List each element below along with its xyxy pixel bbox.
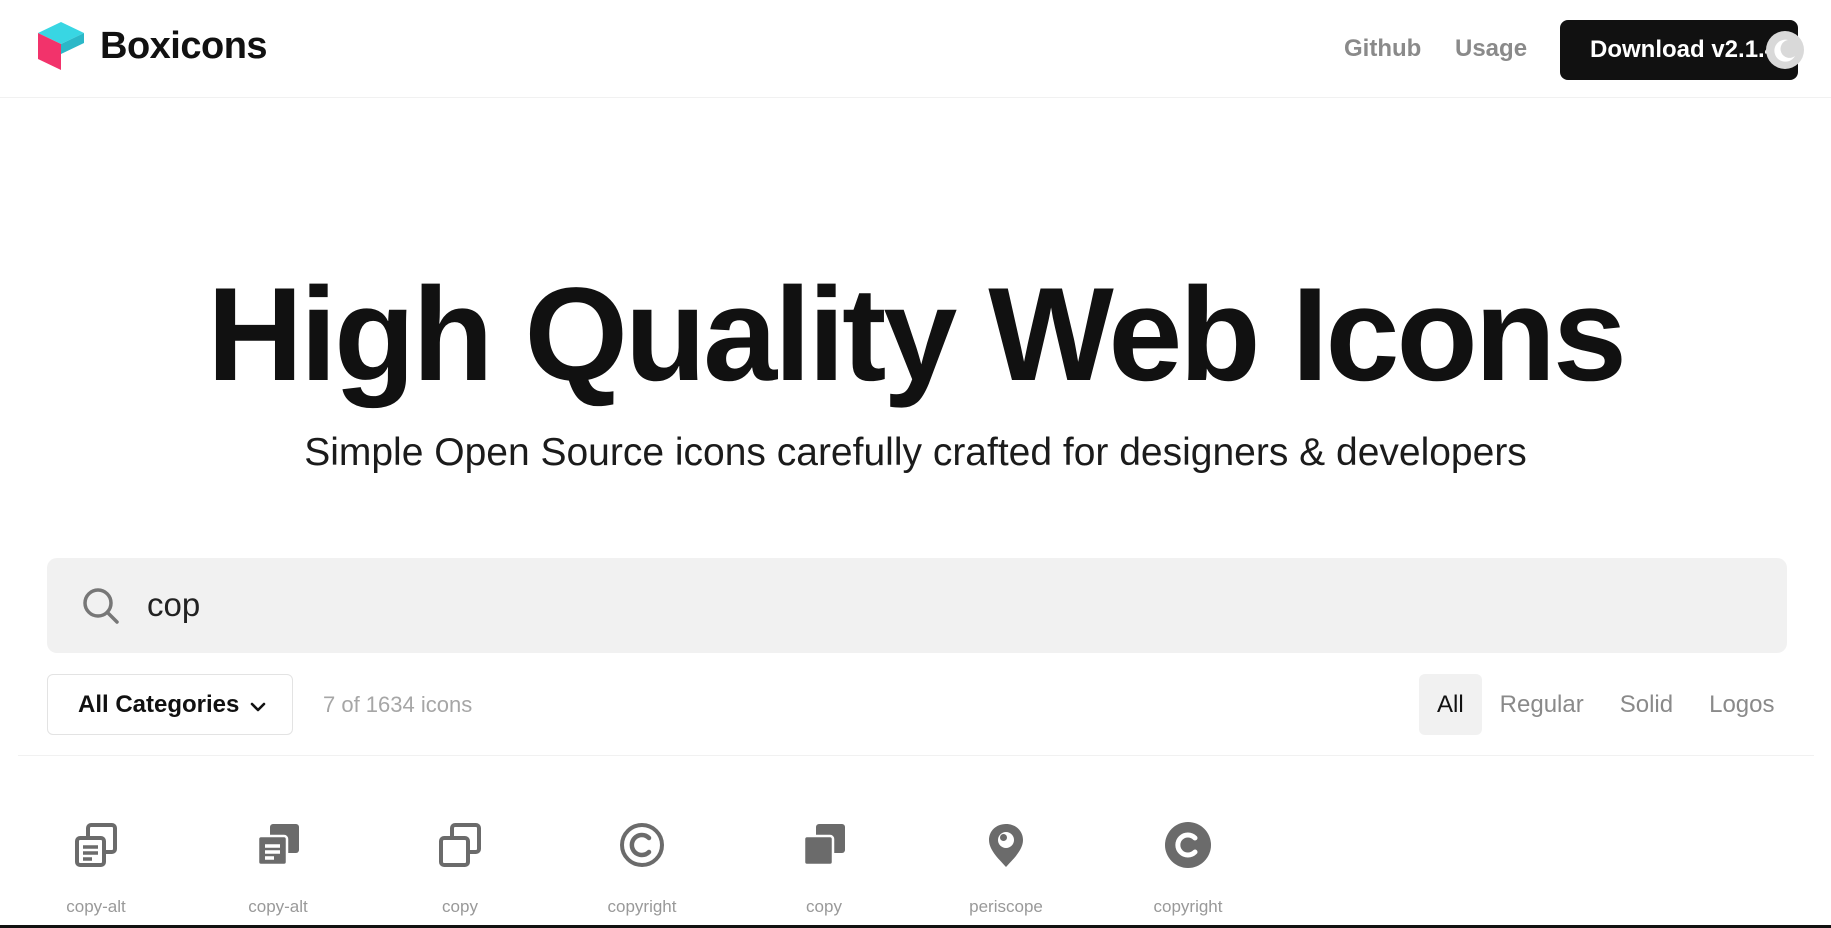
chevron-down-icon	[250, 702, 266, 712]
tab-all[interactable]: All	[1419, 674, 1482, 735]
tab-solid[interactable]: Solid	[1602, 674, 1691, 735]
copy-alt-regular-icon	[75, 823, 117, 867]
category-dropdown[interactable]: All Categories	[47, 674, 293, 735]
icon-label: copy-alt	[66, 897, 126, 916]
icon-card[interactable]: copy	[733, 820, 915, 928]
icon-card[interactable]: copy	[369, 820, 551, 928]
tab-logos[interactable]: Logos	[1691, 674, 1792, 735]
icon-label: copy	[442, 897, 478, 916]
boxicons-logo-icon	[38, 22, 84, 70]
search-bar[interactable]	[47, 558, 1787, 653]
copyright-solid-icon	[1165, 822, 1211, 868]
style-filter-tabs: All Regular Solid Logos	[1419, 674, 1792, 735]
brand-name: Boxicons	[100, 25, 268, 67]
icon-results-grid: copy-alt copy-alt copy copyright copy pe…	[0, 820, 1831, 928]
periscope-logo-icon	[989, 824, 1023, 867]
icon-label: copyright	[607, 897, 677, 916]
nav-github-link[interactable]: Github	[1344, 33, 1421, 65]
brand-logo[interactable]: Boxicons	[36, 20, 268, 72]
icon-card[interactable]: periscope	[915, 820, 1097, 928]
copyright-regular-icon	[620, 823, 664, 867]
category-selected-label: All Categories	[78, 690, 240, 718]
nav-usage-link[interactable]: Usage	[1455, 33, 1527, 65]
search-input[interactable]	[147, 572, 1747, 638]
moon-icon	[1774, 39, 1795, 62]
icon-label: copy	[806, 897, 842, 916]
top-header: Boxicons Github Usage Download v2.1.4	[0, 0, 1831, 98]
copy-solid-icon	[802, 824, 845, 867]
icon-card[interactable]: copy-alt	[187, 820, 369, 928]
copy-regular-icon	[439, 823, 481, 867]
icon-card[interactable]: copyright	[551, 820, 733, 928]
download-button[interactable]: Download v2.1.4	[1560, 20, 1798, 80]
search-icon	[83, 588, 119, 624]
icon-label: copyright	[1153, 897, 1223, 916]
icon-card[interactable]: copyright	[1097, 820, 1279, 928]
icon-label: periscope	[969, 897, 1043, 916]
hero-title: High Quality Web Icons	[207, 261, 1627, 409]
tab-regular[interactable]: Regular	[1482, 674, 1602, 735]
hero-subtitle: Simple Open Source icons carefully craft…	[304, 431, 1527, 474]
theme-toggle[interactable]	[1766, 31, 1804, 69]
section-divider	[18, 755, 1814, 756]
icon-card[interactable]: copy-alt	[5, 820, 187, 928]
result-count: 7 of 1634 icons	[323, 692, 473, 717]
copy-alt-solid-icon	[256, 824, 299, 867]
icon-label: copy-alt	[248, 897, 308, 916]
